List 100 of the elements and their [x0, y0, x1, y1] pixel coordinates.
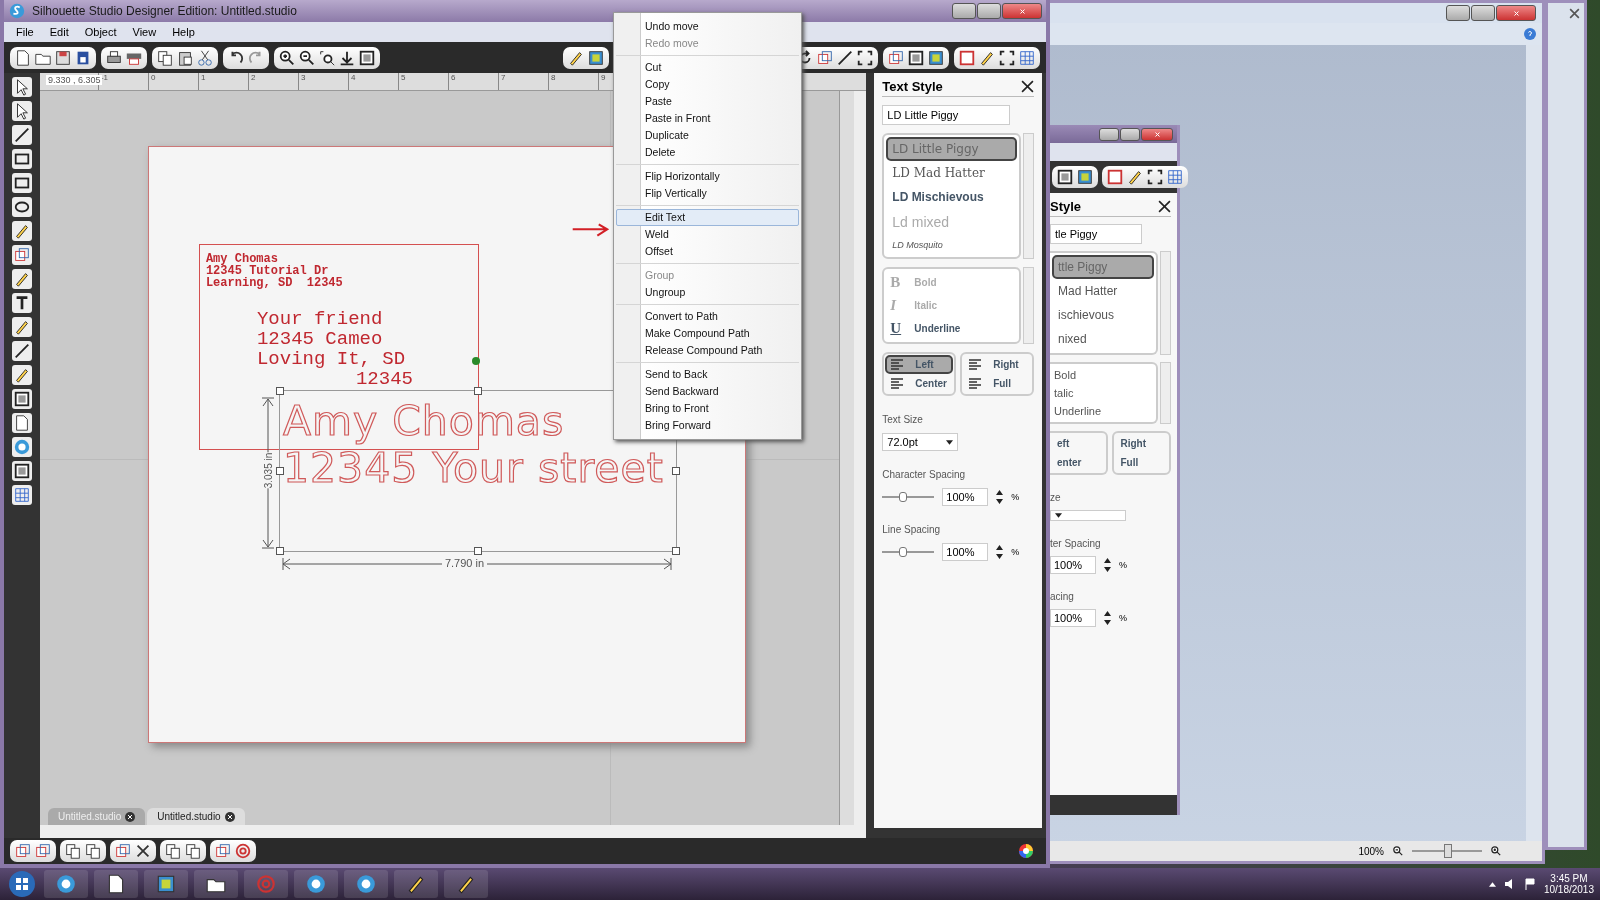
pencil-icon[interactable]	[1126, 168, 1144, 186]
copy-icon[interactable]	[156, 48, 174, 67]
grid-icon[interactable]	[1166, 168, 1184, 186]
font-list-item[interactable]: ischievous	[1052, 303, 1154, 327]
layout-icon[interactable]	[12, 486, 31, 504]
style-list-item[interactable]: Underline	[1052, 402, 1154, 420]
number-field[interactable]: 100%	[1050, 609, 1096, 627]
menu-item[interactable]: Offset	[616, 243, 799, 260]
scrollbar[interactable]	[1526, 45, 1542, 841]
spinner-icon[interactable]	[1104, 611, 1111, 625]
scrollbar[interactable]	[1160, 362, 1171, 424]
zoom-selection-icon[interactable]	[318, 48, 336, 67]
fill-icon[interactable]	[587, 48, 605, 67]
menu-item[interactable]: Paste in Front	[616, 110, 799, 127]
close-icon[interactable]	[125, 811, 136, 822]
spinner-icon[interactable]	[996, 545, 1004, 559]
menu-item[interactable]: Flip Vertically	[616, 185, 799, 202]
scrollbar[interactable]	[39, 825, 867, 838]
font-field[interactable]: LD Little Piggy	[882, 105, 1011, 125]
font-list-item[interactable]: nixed	[1052, 327, 1154, 351]
new-document-icon[interactable]	[14, 48, 32, 67]
zoom-out-icon[interactable]	[298, 48, 316, 67]
style-list-item[interactable]: Bold	[1052, 366, 1154, 384]
font-list-item[interactable]: LD Mischievous	[886, 185, 1017, 209]
slider-thumb[interactable]	[899, 492, 908, 502]
scrollbar[interactable]	[854, 91, 867, 825]
fullscreen-icon[interactable]	[998, 48, 1016, 67]
save-icon[interactable]	[54, 48, 72, 67]
resize-handle[interactable]	[473, 547, 482, 555]
size-dropdown[interactable]: 72.0pt	[882, 433, 959, 451]
align-button[interactable]: enter	[1051, 453, 1105, 472]
slider-thumb[interactable]	[1444, 844, 1452, 858]
menu-item[interactable]: File	[8, 24, 42, 40]
minimize-button[interactable]	[1446, 5, 1470, 21]
spinner-icon[interactable]	[1104, 558, 1111, 572]
rotation-handle[interactable]	[471, 357, 480, 365]
maximize-button[interactable]	[1120, 127, 1140, 141]
resize-handle[interactable]	[473, 387, 482, 395]
close-button[interactable]	[1141, 127, 1173, 141]
menu-item[interactable]: Paste	[616, 93, 799, 110]
align-button[interactable]: Right	[1114, 434, 1168, 453]
fullscreen-icon[interactable]	[1146, 168, 1164, 186]
menu-item[interactable]: Release Compound Path	[616, 342, 799, 359]
menu-item[interactable]: Flip Horizontally	[616, 168, 799, 185]
close-button[interactable]	[1002, 3, 1042, 19]
align-button[interactable]: Right	[963, 355, 1031, 374]
maximize-button[interactable]	[977, 3, 1001, 19]
cross-icon[interactable]	[134, 842, 152, 860]
number-field[interactable]: 100%	[942, 488, 989, 506]
menu-item[interactable]: Edit	[41, 24, 77, 40]
scrollbar[interactable]	[1023, 267, 1034, 344]
menu-item[interactable]: Object	[76, 24, 125, 40]
font-list-item[interactable]: Mad Hatter	[1052, 279, 1154, 303]
menu-item[interactable]: Undo move	[616, 18, 799, 35]
panel-icon[interactable]	[12, 462, 31, 480]
document-tab[interactable]: Untitled.studio	[147, 808, 245, 825]
menu-item[interactable]: Convert to Path	[616, 308, 799, 325]
target-icon[interactable]	[234, 842, 252, 860]
resize-handle[interactable]	[275, 387, 284, 395]
maximize-button[interactable]	[1471, 5, 1495, 21]
menu-item[interactable]: Bring Forward	[616, 417, 799, 434]
fill-icon[interactable]	[1076, 168, 1094, 186]
menu-item[interactable]: Send to Back	[616, 366, 799, 383]
resize-handle[interactable]	[671, 467, 680, 475]
close-icon[interactable]	[1158, 200, 1171, 213]
menu-item[interactable]: Send Backward	[616, 383, 799, 400]
resize-handle[interactable]	[275, 547, 284, 555]
scrollbar[interactable]	[1023, 133, 1034, 259]
number-field[interactable]: 100%	[942, 543, 989, 561]
resize-handle[interactable]	[275, 467, 284, 475]
menu-item[interactable]: Weld	[616, 226, 799, 243]
line-icon[interactable]	[12, 126, 31, 144]
fill-icon[interactable]	[927, 48, 945, 67]
fit-page-icon[interactable]	[358, 48, 376, 67]
menu-item[interactable]: Edit Text	[616, 209, 799, 226]
slider-thumb[interactable]	[899, 547, 908, 557]
start-button[interactable]	[6, 869, 38, 899]
spinner-icon[interactable]	[996, 490, 1004, 504]
menu-item[interactable]: Cut	[616, 59, 799, 76]
number-field[interactable]: 100%	[1050, 556, 1096, 574]
help-icon[interactable]	[1524, 28, 1536, 40]
line-icon[interactable]	[836, 48, 854, 67]
font-list-item[interactable]: LD Mosquito	[886, 235, 1017, 255]
shape-icon[interactable]	[887, 48, 905, 67]
close-icon[interactable]	[224, 811, 235, 822]
menu-item[interactable]: Delete	[616, 144, 799, 161]
color-wheel-icon[interactable]	[1018, 843, 1034, 859]
menu-item[interactable]: Make Compound Path	[616, 325, 799, 342]
page-icon[interactable]	[907, 48, 925, 67]
page-icon[interactable]	[1056, 168, 1074, 186]
menu-item[interactable]: Ungroup	[616, 284, 799, 301]
scrollbar[interactable]	[1160, 251, 1171, 355]
menu-item[interactable]: Duplicate	[616, 127, 799, 144]
minimize-button[interactable]	[952, 3, 976, 19]
style-list-item[interactable]: talic	[1052, 384, 1154, 402]
align-button[interactable]: Center	[885, 374, 954, 393]
close-icon[interactable]	[1021, 80, 1034, 93]
size-dropdown[interactable]	[1050, 510, 1126, 521]
align-button[interactable]: eft	[1051, 434, 1105, 453]
zoom-in-icon[interactable]	[1490, 845, 1502, 857]
